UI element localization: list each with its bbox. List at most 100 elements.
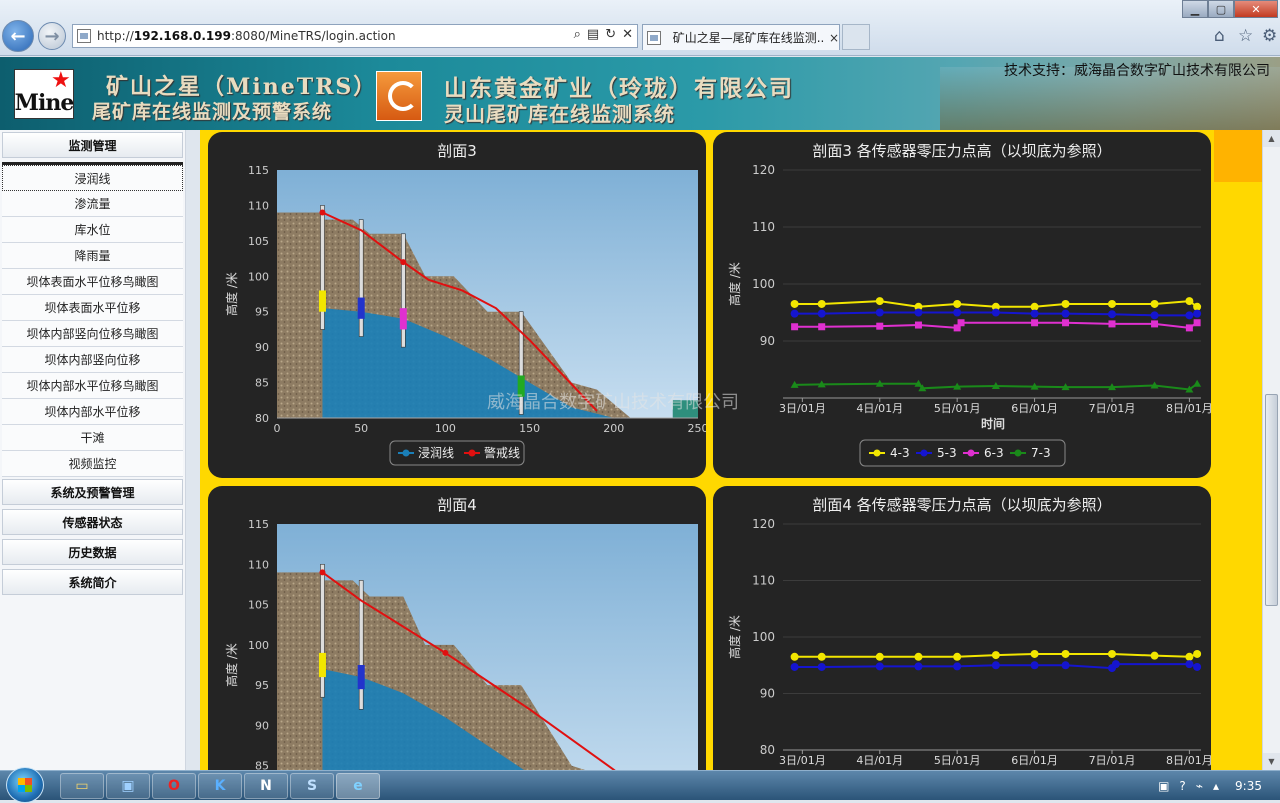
series-line bbox=[794, 321, 1198, 329]
sidebar-item[interactable]: 降雨量 bbox=[2, 243, 183, 269]
sidebar-item[interactable]: 坝体表面水平位移 bbox=[2, 295, 183, 321]
scroll-thumb[interactable] bbox=[1265, 394, 1278, 606]
k-app-taskbar-icon[interactable]: K bbox=[198, 773, 242, 799]
minetrs-logo: Mine ★ bbox=[14, 68, 74, 119]
taskbar: ▭ ▣ O K N S e ▣ ? ⌁ ▴ 9:35 bbox=[0, 767, 1280, 803]
show-hidden-icon[interactable]: ▴ bbox=[1213, 779, 1219, 793]
back-button[interactable]: ← bbox=[2, 20, 34, 52]
browser-chrome: ▁ ▢ ✕ ← → http://192.168.0.199:8080/Mine… bbox=[0, 0, 1280, 56]
app-taskbar-icon[interactable]: ▣ bbox=[106, 773, 150, 799]
scroll-down-arrow-icon[interactable]: ▼ bbox=[1263, 753, 1280, 770]
search-icon[interactable]: ⌕ bbox=[574, 27, 581, 42]
y-tick-label: 100 bbox=[248, 270, 269, 283]
arrow-left-icon: ← bbox=[10, 25, 26, 47]
y-tick-label: 90 bbox=[255, 719, 269, 732]
new-tab-button[interactable] bbox=[842, 24, 870, 50]
data-point bbox=[1193, 649, 1202, 658]
sidebar-item[interactable]: 视频监控 bbox=[2, 451, 183, 477]
data-point bbox=[991, 651, 1000, 660]
page-scrollbar[interactable]: ▲ ▼ bbox=[1262, 130, 1280, 770]
sidebar-section-alarm[interactable]: 系统及预警管理 bbox=[2, 479, 183, 505]
warning-line-point bbox=[442, 649, 449, 656]
sidebar-section-history[interactable]: 历史数据 bbox=[2, 539, 183, 565]
x-tick-label: 50 bbox=[354, 422, 368, 435]
sidebar-item[interactable]: 浸润线 bbox=[2, 165, 183, 191]
data-point bbox=[1108, 320, 1116, 328]
y-tick-label: 110 bbox=[752, 574, 775, 588]
tab-page-icon bbox=[647, 30, 661, 45]
sidebar-section-about[interactable]: 系统简介 bbox=[2, 569, 183, 595]
sidebar-item[interactable]: 渗流量 bbox=[2, 191, 183, 217]
opera-taskbar-icon[interactable]: O bbox=[152, 773, 196, 799]
legend-swatch-dot bbox=[967, 449, 975, 457]
visio-taskbar-icon[interactable]: N bbox=[244, 773, 288, 799]
sidebar-item[interactable]: 库水位 bbox=[2, 217, 183, 243]
data-point bbox=[953, 652, 962, 661]
y-tick-label: 105 bbox=[248, 599, 269, 612]
sidebar-section-sensor[interactable]: 传感器状态 bbox=[2, 509, 183, 535]
data-point bbox=[1151, 320, 1159, 328]
sensor-marker bbox=[399, 308, 407, 330]
sidebar-item[interactable]: 坝体内部竖向位移鸟瞰图 bbox=[2, 321, 183, 347]
y-tick-label: 90 bbox=[760, 687, 775, 701]
data-point bbox=[1150, 651, 1159, 660]
data-point bbox=[1193, 379, 1202, 387]
data-point bbox=[1193, 662, 1202, 671]
x-tick-label: 7日/01月 bbox=[1089, 754, 1136, 767]
forward-button[interactable]: → bbox=[38, 22, 66, 50]
sidebar-section-monitor[interactable]: 监测管理 bbox=[2, 132, 183, 158]
data-point bbox=[875, 308, 884, 317]
start-button[interactable] bbox=[6, 767, 44, 803]
system-subtitle: 尾矿库在线监测及预警系统 bbox=[92, 101, 333, 123]
window-close-button[interactable]: ✕ bbox=[1234, 0, 1278, 18]
tech-support-text: 技术支持：威海晶合数字矿山技术有限公司 bbox=[1004, 63, 1270, 79]
ie-taskbar-icon[interactable]: e bbox=[336, 773, 380, 799]
sensor-marker bbox=[357, 297, 365, 319]
browser-tab[interactable]: 矿山之星—尾矿库在线监测... × bbox=[642, 24, 840, 50]
home-icon[interactable]: ⌂ bbox=[1214, 26, 1225, 46]
minimize-button[interactable]: ▁ bbox=[1182, 0, 1208, 18]
gear-icon[interactable]: ⚙ bbox=[1262, 26, 1277, 46]
tab-title: 矿山之星—尾矿库在线监测... bbox=[672, 31, 825, 45]
x-tick-label: 6日/01月 bbox=[1011, 402, 1058, 415]
data-point bbox=[790, 309, 799, 318]
sidebar-item[interactable]: 坝体内部水平位移 bbox=[2, 399, 183, 425]
legend-label: 5-3 bbox=[937, 446, 957, 460]
refresh-icon[interactable]: ↻ bbox=[605, 27, 616, 42]
company-system-name: 灵山尾矿库在线监测系统 bbox=[444, 102, 675, 126]
chart-svg: 剖面4 85 90 95 100 105 110 115 高度 /米 bbox=[224, 496, 698, 770]
help-icon[interactable]: ? bbox=[1179, 779, 1185, 793]
data-point bbox=[914, 662, 923, 671]
address-bar[interactable]: http://192.168.0.199:8080/MineTRS/login.… bbox=[72, 24, 638, 48]
sidebar-item[interactable]: 坝体表面水平位移鸟瞰图 bbox=[2, 269, 183, 295]
sidebar-item[interactable]: 坝体内部水平位移鸟瞰图 bbox=[2, 373, 183, 399]
input-method-icon[interactable]: ▣ bbox=[1158, 779, 1169, 793]
piezometer-well bbox=[358, 219, 364, 337]
explorer-taskbar-icon[interactable]: ▭ bbox=[60, 773, 104, 799]
star-icon[interactable]: ☆ bbox=[1238, 26, 1253, 46]
y-tick-label: 80 bbox=[760, 743, 775, 757]
network-icon[interactable]: ⌁ bbox=[1196, 779, 1203, 793]
url-text[interactable]: http://192.168.0.199:8080/MineTRS/login.… bbox=[97, 29, 396, 43]
sidebar-item[interactable]: 干滩 bbox=[2, 425, 183, 451]
sidebar-item[interactable]: 坝体内部竖向位移 bbox=[2, 347, 183, 373]
x-tick-label: 4日/01月 bbox=[856, 754, 903, 767]
maximize-button[interactable]: ▢ bbox=[1208, 0, 1234, 18]
s-app-taskbar-icon[interactable]: S bbox=[290, 773, 334, 799]
sidebar: 监测管理 浸润线 渗流量 库水位 降雨量 坝体表面水平位移鸟瞰图 坝体表面水平位移 坝体内部… bbox=[0, 130, 186, 770]
compat-view-icon[interactable]: ▤ bbox=[587, 27, 599, 42]
stop-icon[interactable]: ✕ bbox=[622, 27, 633, 42]
scroll-up-arrow-icon[interactable]: ▲ bbox=[1263, 130, 1280, 147]
warning-line-point bbox=[319, 569, 326, 576]
data-point bbox=[1111, 660, 1120, 669]
data-point bbox=[817, 299, 826, 308]
page-icon bbox=[77, 29, 91, 43]
warning-line-point bbox=[319, 209, 326, 216]
legend-label: 浸润线 bbox=[418, 446, 454, 460]
y-axis-label: 高度 /米 bbox=[224, 643, 239, 687]
data-point bbox=[953, 299, 962, 308]
sensor-marker bbox=[318, 290, 326, 312]
legend: 4-3 5-3 6-3 7-3 bbox=[859, 439, 1066, 467]
data-point bbox=[953, 308, 962, 317]
tab-close-button[interactable]: × bbox=[829, 31, 839, 45]
